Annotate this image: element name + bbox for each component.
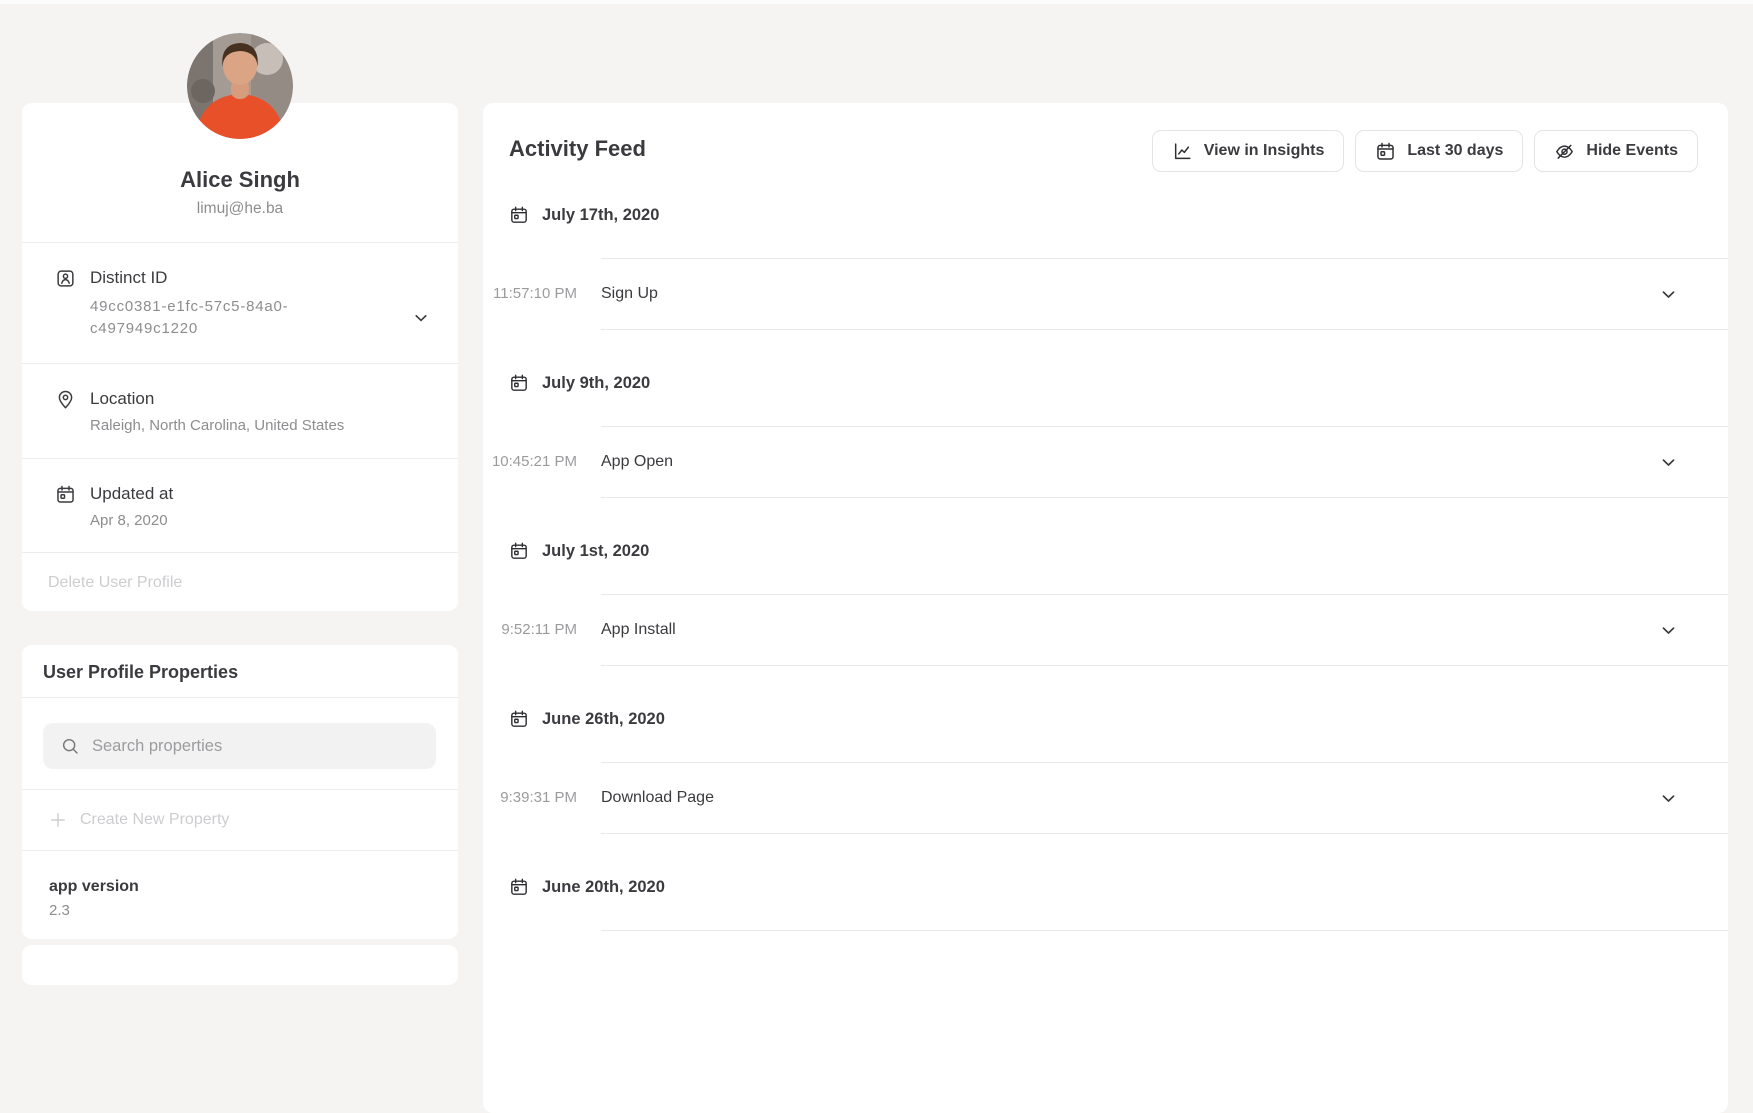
event-row[interactable]: 10:45:21 PM App Open bbox=[601, 426, 1728, 498]
day-header-date: June 26th, 2020 bbox=[542, 706, 665, 732]
feed-day-group: June 26th, 2020 9:39:31 PM Download Page bbox=[483, 666, 1728, 834]
search-icon bbox=[60, 736, 80, 756]
calendar-icon bbox=[1375, 141, 1396, 162]
date-range-button[interactable]: Last 30 days bbox=[1355, 130, 1523, 172]
sidebar: Alice Singh limuj@he.ba Distinct ID 49cc… bbox=[22, 103, 458, 985]
day-header-date: July 9th, 2020 bbox=[542, 370, 650, 396]
feed-actions: View in Insights Last 30 days bbox=[1152, 130, 1698, 172]
calendar-icon bbox=[509, 541, 529, 561]
event-time: 9:39:31 PM bbox=[486, 786, 577, 810]
location-value: Raleigh, North Carolina, United States bbox=[90, 415, 344, 437]
day-header: June 26th, 2020 bbox=[483, 666, 1728, 762]
user-profile-card: Alice Singh limuj@he.ba Distinct ID 49cc… bbox=[22, 103, 458, 611]
chevron-down-icon[interactable] bbox=[1659, 285, 1678, 304]
date-range-label: Last 30 days bbox=[1407, 142, 1503, 160]
avatar bbox=[187, 33, 293, 139]
event-row[interactable]: 9:39:31 PM Download Page bbox=[601, 762, 1728, 834]
line-chart-icon bbox=[1172, 141, 1193, 162]
delete-user-profile-button[interactable]: Delete User Profile bbox=[22, 552, 458, 611]
activity-feed-header: Activity Feed View in Insights bbox=[483, 103, 1728, 162]
event-name: Download Page bbox=[601, 786, 714, 810]
calendar-icon bbox=[509, 205, 529, 225]
updated-at-value: Apr 8, 2020 bbox=[90, 510, 173, 532]
updated-at-row: Updated at Apr 8, 2020 bbox=[22, 458, 458, 553]
profile-email: limuj@he.ba bbox=[22, 199, 458, 242]
event-time: 10:45:21 PM bbox=[486, 450, 577, 474]
location-content: Location Raleigh, North Carolina, United… bbox=[90, 389, 344, 437]
page-top-edge bbox=[0, 0, 1753, 4]
id-badge-icon bbox=[55, 268, 76, 289]
event-row-clipped bbox=[601, 930, 1728, 990]
eye-off-icon bbox=[1554, 141, 1575, 162]
feed-day-group: July 17th, 2020 11:57:10 PM Sign Up bbox=[483, 162, 1728, 330]
calendar-icon bbox=[509, 877, 529, 897]
event-row[interactable]: 9:52:11 PM App Install bbox=[601, 594, 1728, 666]
profile-name: Alice Singh bbox=[22, 167, 458, 193]
distinct-id-value-line2: c497949c1220 bbox=[90, 318, 288, 340]
event-time: 11:57:10 PM bbox=[486, 282, 577, 306]
distinct-id-row: Distinct ID 49cc0381-e1fc-57c5-84a0- c49… bbox=[22, 242, 458, 363]
event-name: App Install bbox=[601, 618, 676, 642]
map-pin-icon bbox=[55, 389, 76, 410]
location-label: Location bbox=[90, 389, 344, 409]
search-properties-input[interactable] bbox=[92, 737, 422, 756]
updated-at-content: Updated at Apr 8, 2020 bbox=[90, 484, 173, 532]
chevron-down-icon[interactable] bbox=[1659, 453, 1678, 472]
chevron-down-icon[interactable] bbox=[412, 309, 430, 327]
chevron-down-icon[interactable] bbox=[1659, 789, 1678, 808]
view-in-insights-button[interactable]: View in Insights bbox=[1152, 130, 1345, 172]
property-value: 2.3 bbox=[49, 902, 436, 920]
view-in-insights-label: View in Insights bbox=[1204, 142, 1325, 160]
calendar-icon bbox=[509, 709, 529, 729]
calendar-icon bbox=[55, 484, 76, 505]
event-time: 9:52:11 PM bbox=[486, 618, 577, 642]
next-card-clipped bbox=[22, 945, 458, 985]
property-name: app version bbox=[49, 878, 436, 896]
chevron-down-icon[interactable] bbox=[1659, 621, 1678, 640]
feed-day-group: July 1st, 2020 9:52:11 PM App Install bbox=[483, 498, 1728, 666]
day-header: July 17th, 2020 bbox=[483, 162, 1728, 258]
properties-search-section bbox=[22, 697, 458, 789]
hide-events-button[interactable]: Hide Events bbox=[1534, 130, 1698, 172]
event-name: App Open bbox=[601, 450, 673, 474]
day-header-date: June 20th, 2020 bbox=[542, 874, 665, 900]
distinct-id-label: Distinct ID bbox=[90, 268, 288, 288]
create-new-property-button[interactable]: Create New Property bbox=[22, 789, 458, 850]
activity-feed-card: Activity Feed View in Insights bbox=[483, 103, 1728, 1113]
day-header: July 9th, 2020 bbox=[483, 330, 1728, 426]
distinct-id-value-line1: 49cc0381-e1fc-57c5-84a0- bbox=[90, 296, 288, 318]
day-header: June 20th, 2020 bbox=[483, 834, 1728, 930]
day-header-date: July 17th, 2020 bbox=[542, 202, 659, 228]
location-row: Location Raleigh, North Carolina, United… bbox=[22, 363, 458, 458]
event-name: Sign Up bbox=[601, 282, 658, 306]
updated-at-label: Updated at bbox=[90, 484, 173, 504]
create-new-property-label: Create New Property bbox=[80, 810, 229, 830]
property-item: app version 2.3 bbox=[22, 850, 458, 939]
hide-events-label: Hide Events bbox=[1586, 142, 1678, 160]
day-header: July 1st, 2020 bbox=[483, 498, 1728, 594]
plus-icon bbox=[48, 810, 68, 830]
event-row[interactable]: 11:57:10 PM Sign Up bbox=[601, 258, 1728, 330]
feed-day-group: June 20th, 2020 bbox=[483, 834, 1728, 990]
properties-title: User Profile Properties bbox=[22, 645, 458, 697]
distinct-id-content: Distinct ID 49cc0381-e1fc-57c5-84a0- c49… bbox=[90, 268, 288, 339]
day-header-date: July 1st, 2020 bbox=[542, 538, 649, 564]
search-box[interactable] bbox=[43, 723, 436, 769]
user-profile-properties-card: User Profile Properties Create New Prope… bbox=[22, 645, 458, 939]
calendar-icon bbox=[509, 373, 529, 393]
feed-day-group: July 9th, 2020 10:45:21 PM App Open bbox=[483, 330, 1728, 498]
